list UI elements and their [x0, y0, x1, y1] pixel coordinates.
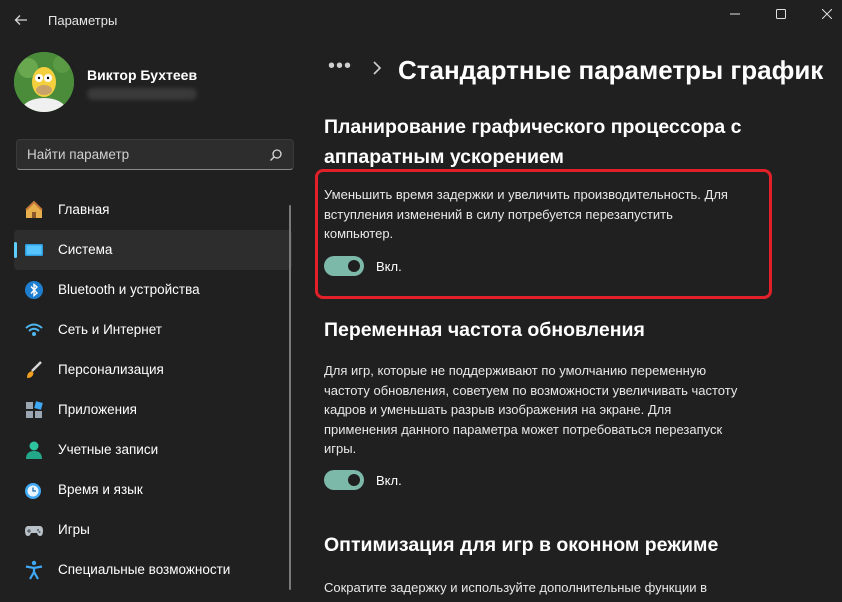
sidebar-item-system[interactable]: Система: [14, 230, 292, 270]
section-description: Сократите задержку и используйте дополни…: [324, 578, 707, 598]
sidebar-item-label: Специальные возможности: [58, 562, 231, 577]
bluetooth-icon: [25, 281, 43, 299]
active-indicator: [14, 242, 17, 258]
wifi-icon: [25, 323, 43, 336]
section-title-line: Планирование графического процессора с: [324, 116, 742, 138]
sidebar-item-time-language[interactable]: Время и язык: [14, 470, 292, 510]
description-line: игры.: [324, 441, 357, 456]
sidebar-item-bluetooth[interactable]: Bluetooth и устройства: [14, 270, 292, 310]
accessibility-icon: [25, 560, 43, 580]
description-line: кадров и уменьшать разрыв изображения на…: [324, 402, 672, 417]
close-button[interactable]: [804, 0, 842, 28]
sidebar-item-label: Учетные записи: [58, 442, 159, 457]
sidebar-item-label: Приложения: [58, 402, 137, 417]
back-arrow-icon: [14, 15, 27, 25]
sidebar-item-accessibility[interactable]: Специальные возможности: [14, 550, 292, 590]
minimize-button[interactable]: [712, 0, 758, 28]
sidebar-scrollbar[interactable]: [289, 205, 291, 590]
avatar[interactable]: [14, 52, 74, 112]
section-title-windowed-games: Оптимизация для игр в оконном режиме: [324, 530, 784, 560]
search-input[interactable]: Найти параметр: [16, 139, 294, 170]
sidebar-item-network[interactable]: Сеть и Интернет: [14, 310, 292, 350]
sidebar-item-label: Время и язык: [58, 482, 143, 497]
title-bar: Параметры: [0, 0, 842, 40]
section-title-line: Переменная частота обновления: [324, 319, 645, 341]
search-placeholder: Найти параметр: [27, 147, 130, 162]
app-title: Параметры: [48, 13, 118, 28]
description-line: Для игр, которые не поддерживают по умол…: [324, 363, 707, 378]
time-language-icon: [25, 483, 41, 499]
description-line: применения данного параметра может потре…: [324, 421, 723, 437]
system-display-icon: [25, 244, 43, 256]
section-description: Для игр, которые не поддерживают по умол…: [324, 361, 737, 459]
back-button[interactable]: [10, 9, 32, 31]
section-title-line: Оптимизация для игр в оконном режиме: [324, 534, 719, 556]
section-title-gpu-scheduling: Планирование графического процессора с а…: [324, 112, 784, 172]
sidebar-item-label: Bluetooth и устройства: [58, 282, 200, 297]
variable-refresh-toggle[interactable]: [324, 470, 364, 490]
sidebar-item-label: Сеть и Интернет: [58, 322, 162, 337]
sidebar-item-gaming[interactable]: Игры: [14, 510, 292, 550]
avatar-picture: [14, 52, 74, 112]
section-title-line: аппаратным ускорением: [324, 146, 564, 168]
search-icon: [270, 149, 282, 161]
toggle-state-label: Вкл.: [376, 473, 402, 488]
sidebar-item-label: Система: [58, 242, 113, 257]
sidebar-item-home[interactable]: Главная: [14, 190, 292, 230]
chevron-right-icon: [373, 61, 382, 75]
minimize-icon: [730, 13, 740, 15]
apps-icon: [26, 401, 43, 418]
toggle-knob: [348, 474, 360, 486]
sidebar-nav: Главная Система Bluetooth и устройства С…: [14, 190, 292, 590]
page-title: Стандартные параметры график: [398, 55, 824, 85]
gamepad-icon: [25, 526, 43, 536]
close-icon: [822, 9, 832, 19]
highlight-annotation: [315, 169, 772, 299]
sidebar-item-label: Главная: [58, 202, 110, 217]
user-email-blurred: [87, 88, 197, 100]
section-title-variable-refresh: Переменная частота обновления: [324, 315, 784, 345]
maximize-button[interactable]: [758, 0, 804, 28]
sidebar-item-label: Игры: [58, 522, 90, 537]
account-icon: [26, 441, 42, 459]
sidebar-item-label: Персонализация: [58, 362, 164, 377]
description-line: частоту обновления, советуем по возможно…: [324, 382, 738, 398]
maximize-icon: [776, 9, 786, 19]
description-line: Сократите задержку и используйте дополни…: [324, 580, 707, 595]
brush-icon: [27, 361, 42, 378]
sidebar-item-accounts[interactable]: Учетные записи: [14, 430, 292, 470]
sidebar-item-personalization[interactable]: Персонализация: [14, 350, 292, 390]
user-name: Виктор Бухтеев: [87, 67, 198, 83]
home-icon: [25, 200, 43, 218]
sidebar-item-apps[interactable]: Приложения: [14, 390, 292, 430]
breadcrumb-overflow-button[interactable]: •••: [328, 55, 352, 78]
